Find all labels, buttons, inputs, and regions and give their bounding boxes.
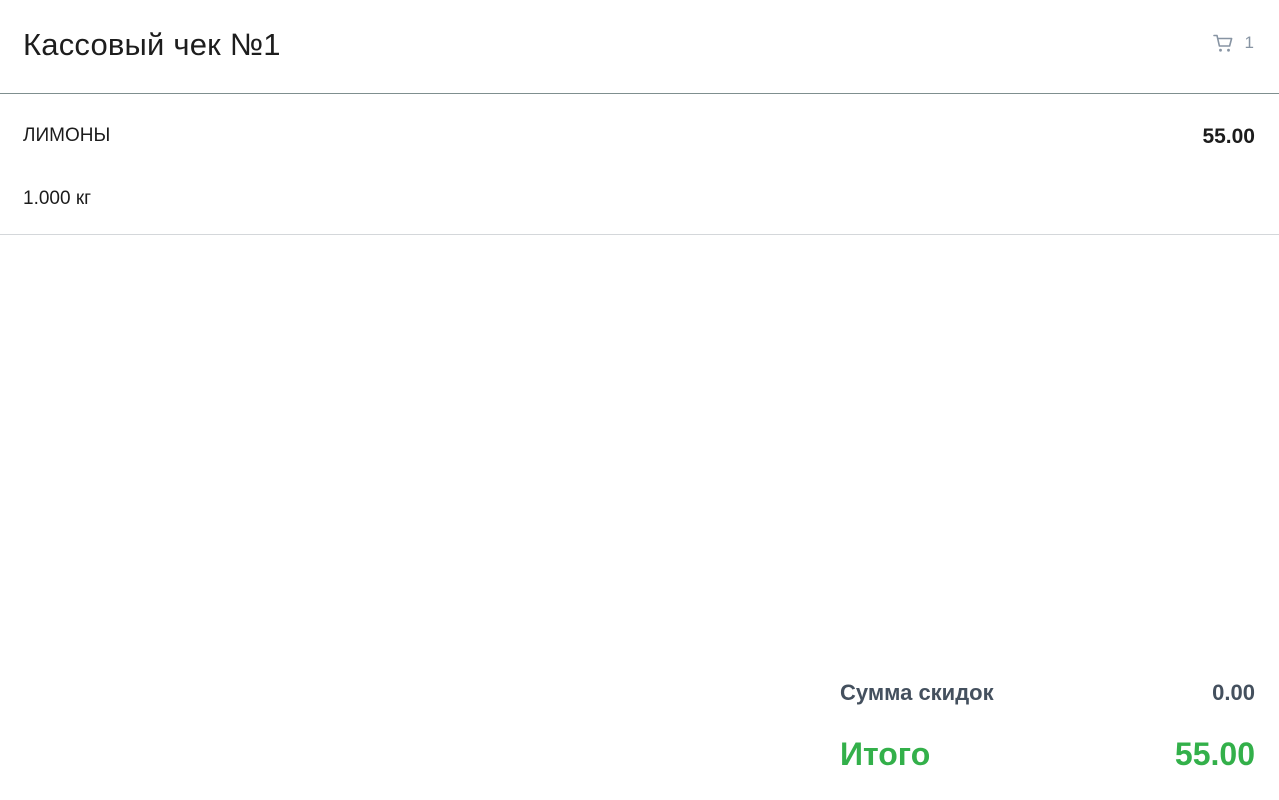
receipt-screen: Кассовый чек №1 1 ЛИМОНЫ 55.00 1.000 кг … [0, 0, 1279, 800]
item-name: ЛИМОНЫ [23, 125, 111, 146]
cart-count: 1 [1244, 33, 1254, 52]
total-row: Итого 55.00 [840, 736, 1255, 773]
cart-button[interactable]: 1 [1212, 33, 1254, 53]
page-title: Кассовый чек №1 [23, 27, 281, 62]
discount-row: Сумма скидок 0.00 [840, 680, 1255, 706]
discount-label: Сумма скидок [840, 680, 994, 705]
discount-value: 0.00 [1212, 680, 1255, 705]
item-quantity: 1.000 кг [23, 188, 92, 209]
total-label: Итого [840, 736, 931, 772]
cart-icon [1212, 34, 1233, 53]
total-value: 55.00 [1174, 736, 1255, 772]
totals-panel: Сумма скидок 0.00 Итого 55.00 [840, 680, 1255, 773]
item-price: 55.00 [1202, 125, 1255, 148]
list-item[interactable]: ЛИМОНЫ 55.00 1.000 кг [0, 95, 1279, 235]
receipt-header: Кассовый чек №1 1 [0, 0, 1279, 94]
